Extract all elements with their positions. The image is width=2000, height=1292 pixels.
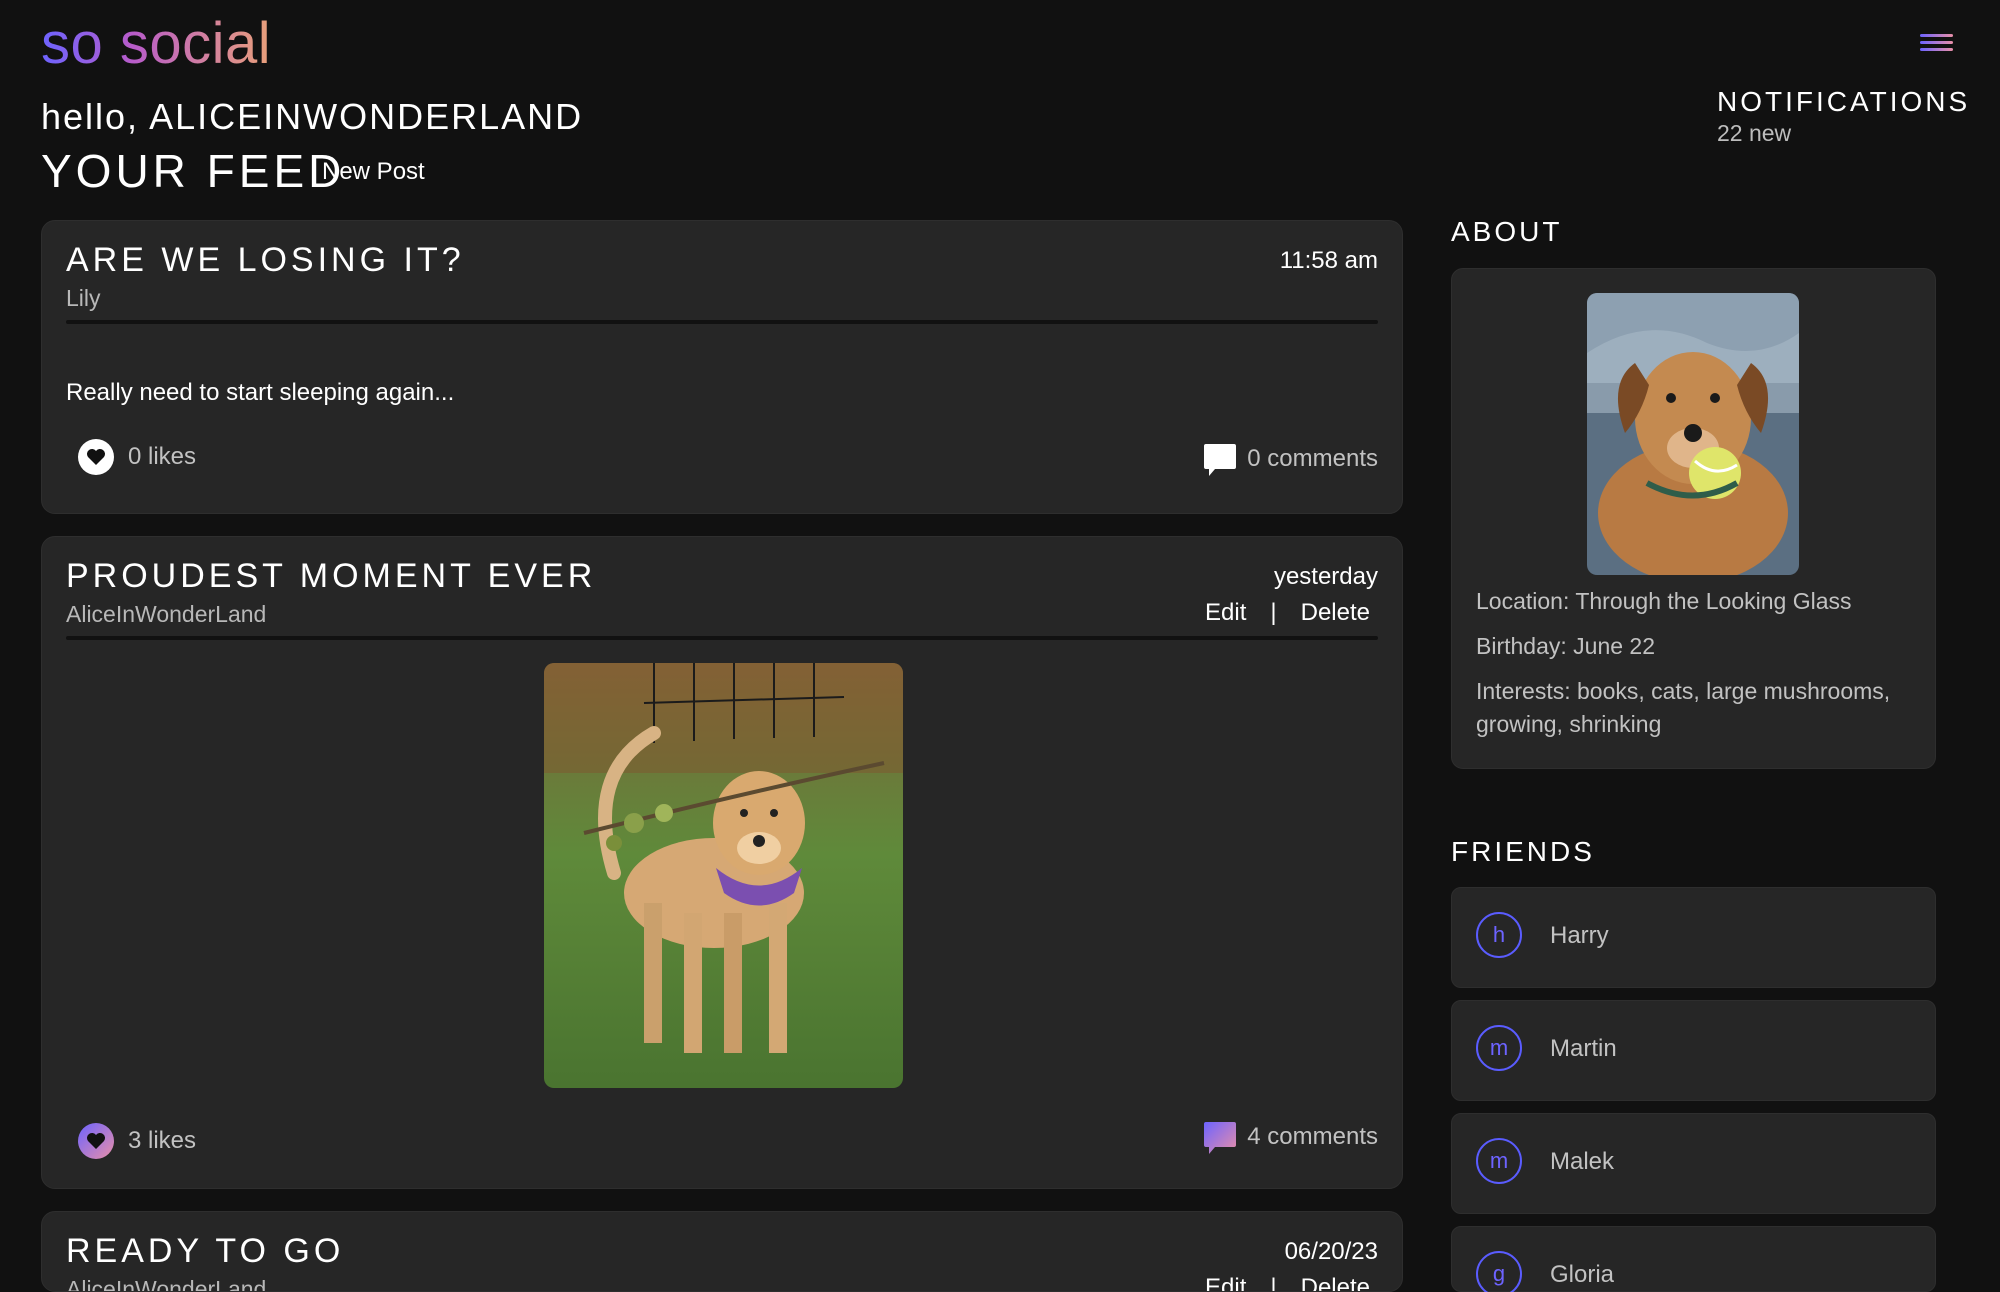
post-author[interactable]: AliceInWonderLand <box>66 1276 266 1291</box>
action-separator: | <box>1270 599 1277 626</box>
post-divider <box>66 636 1378 640</box>
post-time: yesterday <box>1273 563 1378 590</box>
post-actions: Edit | Delete <box>1205 599 1370 627</box>
post-card: READY TO GO 06/20/23 AliceInWonderLand E… <box>41 1211 1403 1292</box>
friends-heading: FRIENDS <box>1451 836 1595 867</box>
post-body: Really need to start sleeping again... <box>66 379 455 406</box>
heart-icon <box>78 439 114 475</box>
delete-button[interactable]: Delete <box>1301 599 1370 626</box>
about-interests: Interests: books, cats, large mushrooms,… <box>1476 678 1891 737</box>
post-author[interactable]: Lily <box>66 285 101 312</box>
friend-avatar: h <box>1476 912 1522 958</box>
post-actions: Edit | Delete <box>1205 1274 1370 1292</box>
app-root: so social hello, ALICEINWONDERLAND YOUR … <box>0 0 2000 1292</box>
comment-icon <box>1204 444 1237 476</box>
comment-count: 0 comments <box>1247 445 1378 472</box>
like-button[interactable]: 3 likes <box>78 1123 196 1159</box>
page-title: YOUR FEED <box>41 145 346 197</box>
notifications-count: 22 new <box>1717 120 1792 146</box>
comment-count: 4 comments <box>1247 1123 1378 1150</box>
post-title: ARE WE LOSING IT? <box>66 241 465 279</box>
post-card: ARE WE LOSING IT? 11:58 am Lily Really n… <box>41 220 1403 514</box>
hamburger-menu-icon[interactable] <box>1920 34 1953 56</box>
like-button[interactable]: 0 likes <box>78 439 196 475</box>
delete-button[interactable]: Delete <box>1301 1274 1370 1291</box>
dog-with-ball-photo[interactable] <box>1587 293 1799 575</box>
edit-button[interactable]: Edit <box>1205 1274 1246 1291</box>
friend-name: Gloria <box>1550 1261 1615 1288</box>
friend-avatar: g <box>1476 1251 1522 1292</box>
heart-icon <box>78 1123 114 1159</box>
post-divider <box>66 320 1378 324</box>
friend-item[interactable]: g Gloria <box>1451 1226 1936 1292</box>
about-heading: ABOUT <box>1451 216 1563 247</box>
post-time: 06/20/23 <box>1284 1238 1378 1265</box>
app-logo[interactable]: so social <box>41 10 271 77</box>
like-count: 3 likes <box>128 1127 197 1154</box>
notifications-link[interactable]: NOTIFICATIONS <box>1717 86 1970 118</box>
like-count: 0 likes <box>128 443 197 470</box>
friend-name: Malek <box>1550 1148 1615 1175</box>
dog-with-branch-photo[interactable] <box>544 663 903 1088</box>
about-card: Location: Through the Looking Glass Birt… <box>1451 268 1936 769</box>
post-title: READY TO GO <box>66 1232 345 1270</box>
friend-item[interactable]: h Harry <box>1451 887 1936 988</box>
post-time: 11:58 am <box>1279 247 1378 274</box>
post-title: PROUDEST MOMENT EVER <box>66 557 597 595</box>
comment-icon <box>1204 1122 1237 1154</box>
post-card: PROUDEST MOMENT EVER yesterday AliceInWo… <box>41 536 1403 1189</box>
friend-avatar: m <box>1476 1138 1522 1184</box>
greeting: hello, ALICEINWONDERLAND <box>41 96 584 137</box>
comments-button[interactable]: 0 comments <box>1201 441 1378 477</box>
new-post-link[interactable]: New Post <box>322 158 425 186</box>
friend-name: Martin <box>1550 1035 1617 1062</box>
action-separator: | <box>1270 1274 1277 1292</box>
friend-avatar: m <box>1476 1025 1522 1071</box>
edit-button[interactable]: Edit <box>1205 599 1246 626</box>
about-location: Location: Through the Looking Glass <box>1476 588 1852 614</box>
friend-item[interactable]: m Malek <box>1451 1113 1936 1214</box>
comments-button[interactable]: 4 comments <box>1201 1119 1378 1155</box>
friend-name: Harry <box>1550 922 1609 949</box>
post-author[interactable]: AliceInWonderLand <box>66 601 266 628</box>
friend-item[interactable]: m Martin <box>1451 1000 1936 1101</box>
about-birthday: Birthday: June 22 <box>1476 633 1656 659</box>
